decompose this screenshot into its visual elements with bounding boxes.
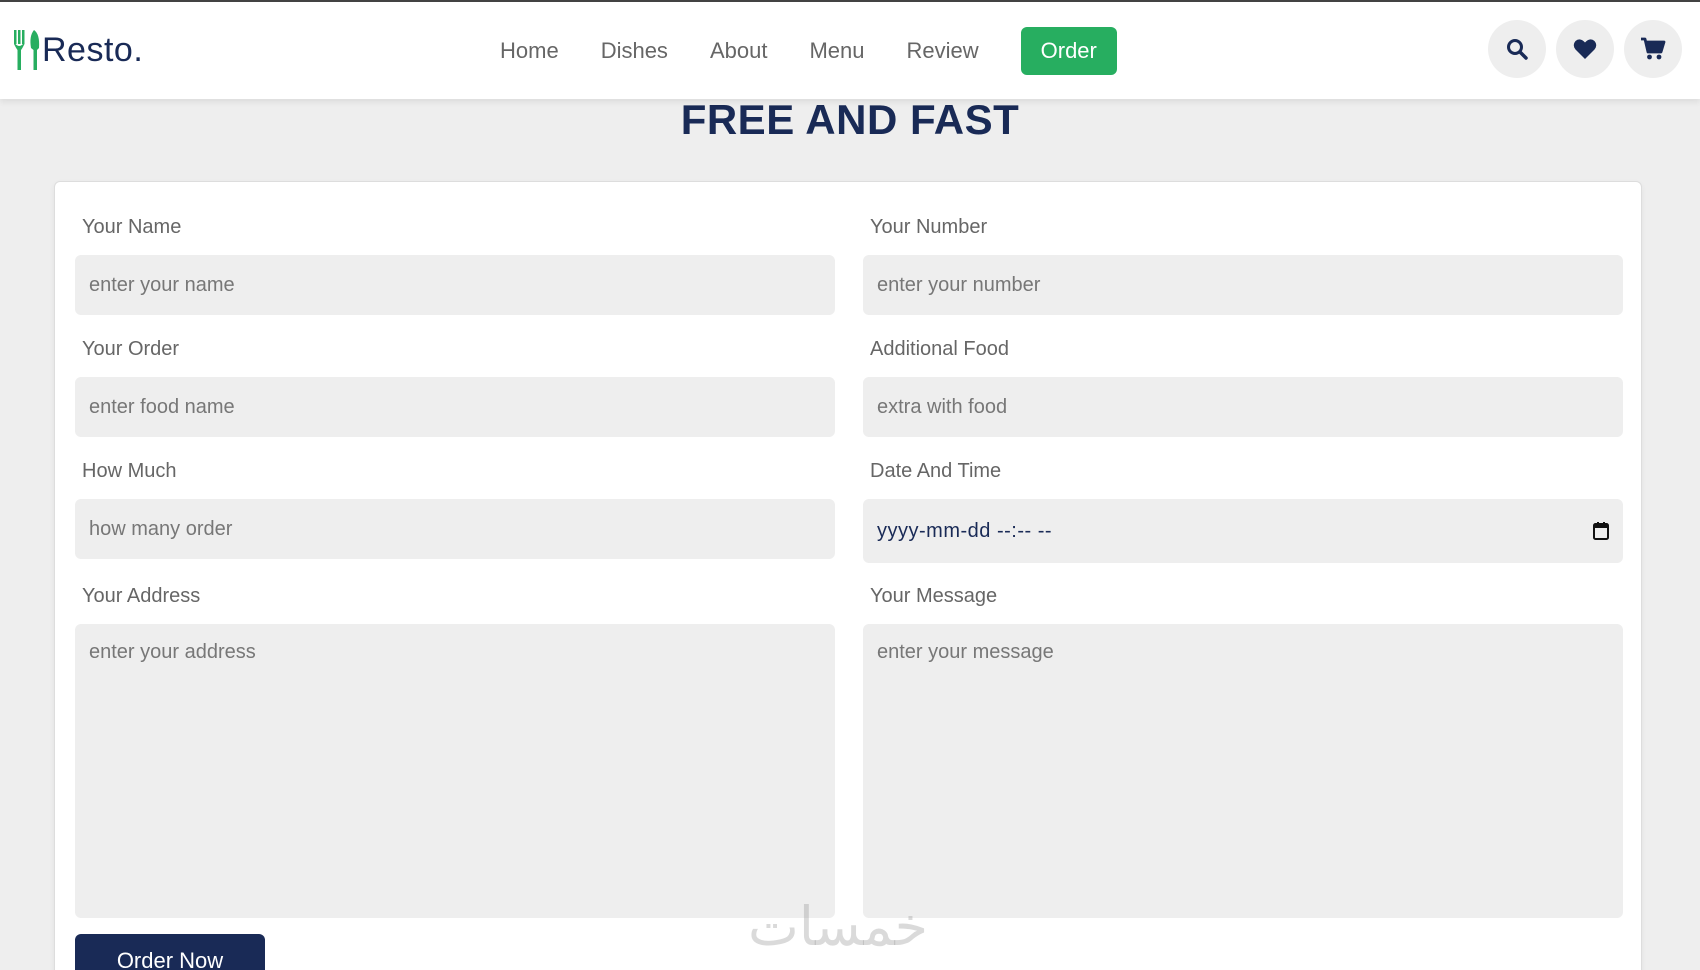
nav-menu[interactable]: Menu: [809, 38, 864, 64]
nav-home[interactable]: Home: [500, 38, 559, 64]
watermark: خمسات: [748, 895, 929, 958]
utensils-icon: [14, 30, 40, 70]
search-icon: [1507, 39, 1528, 60]
cart-button[interactable]: [1624, 20, 1682, 78]
logo[interactable]: Resto.: [14, 28, 143, 72]
nav-review[interactable]: Review: [906, 38, 978, 64]
address-textarea[interactable]: enter your address: [75, 624, 835, 918]
field-name: Your Name enter your name: [75, 216, 835, 315]
main-nav: Home Dishes About Menu Review Order: [500, 26, 1117, 76]
label-order: Your Order: [82, 338, 180, 360]
label-number: Your Number: [870, 216, 988, 238]
cart-icon: [1641, 37, 1666, 60]
label-datetime: Date And Time: [870, 460, 1002, 482]
header-icons: [1478, 20, 1682, 78]
label-message: Your Message: [870, 585, 998, 607]
label-additional: Additional Food: [870, 338, 1009, 360]
label-name: Your Name: [82, 216, 182, 238]
field-datetime: Date And Time yyyy-mm-dd --:-- --: [863, 460, 1623, 563]
nav-order[interactable]: Order: [1020, 27, 1117, 75]
heart-icon: [1573, 39, 1597, 59]
field-additional: Additional Food extra with food: [863, 338, 1623, 437]
nav-about[interactable]: About: [710, 38, 768, 64]
datetime-input[interactable]: yyyy-mm-dd --:-- --: [863, 499, 1623, 563]
search-button[interactable]: [1488, 20, 1546, 78]
calendar-icon[interactable]: [1593, 522, 1609, 540]
field-number: Your Number enter your number: [863, 216, 1623, 315]
site-header: Resto. Home Dishes About Menu Review Ord…: [0, 2, 1700, 99]
number-input[interactable]: enter your number: [863, 255, 1623, 315]
favorites-button[interactable]: [1556, 20, 1614, 78]
name-input[interactable]: enter your name: [75, 255, 835, 315]
order-input[interactable]: enter food name: [75, 377, 835, 437]
field-address: Your Address enter your address: [75, 585, 835, 918]
field-quantity: How Much how many order: [75, 460, 835, 559]
page-heading: FREE AND FAST: [680, 96, 1020, 143]
nav-dishes[interactable]: Dishes: [601, 38, 668, 64]
order-now-button[interactable]: Order Now: [75, 934, 265, 970]
order-form: Your Name enter your name Your Number en…: [54, 181, 1642, 970]
brand-name: Resto.: [42, 30, 144, 69]
message-textarea[interactable]: enter your message: [863, 624, 1623, 918]
field-order: Your Order enter food name: [75, 338, 835, 437]
quantity-input[interactable]: how many order: [75, 499, 835, 559]
label-quantity: How Much: [82, 460, 177, 482]
datetime-value: yyyy-mm-dd --:-- --: [877, 519, 1053, 542]
label-address: Your Address: [82, 585, 201, 607]
additional-food-input[interactable]: extra with food: [863, 377, 1623, 437]
field-message: Your Message enter your message: [863, 585, 1623, 918]
